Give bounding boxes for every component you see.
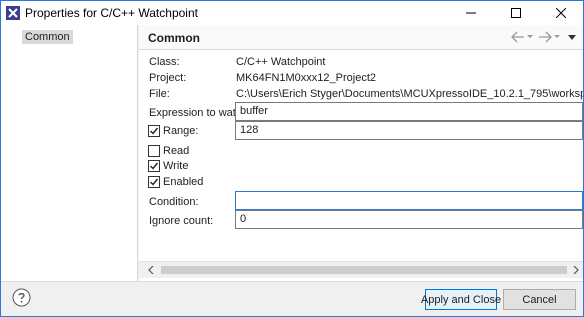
enabled-label: Enabled [163, 176, 204, 188]
class-label: Class: [149, 56, 180, 68]
project-value: MK64FN1M0xxx12_Project2 [236, 72, 377, 84]
help-icon[interactable] [12, 288, 31, 307]
checkmark-icon [150, 162, 159, 170]
checkmark-icon [150, 127, 159, 135]
minimize-button[interactable] [448, 1, 493, 25]
horizontal-scrollbar[interactable] [139, 261, 583, 278]
view-menu-icon[interactable] [567, 30, 577, 44]
enabled-checkbox[interactable]: Enabled [148, 175, 203, 189]
ignore-count-input[interactable]: 0 [235, 210, 583, 229]
read-checkbox[interactable]: Read [148, 144, 189, 158]
footer-separator [1, 281, 583, 282]
close-icon [555, 8, 566, 18]
read-label: Read [163, 145, 190, 157]
expression-input[interactable]: buffer [235, 102, 583, 121]
title-bar: Properties for C/C++ Watchpoint [1, 1, 583, 25]
write-checkbox[interactable]: Write [148, 159, 188, 173]
maximize-button[interactable] [493, 1, 538, 25]
forward-arrow-icon[interactable] [539, 30, 561, 44]
write-label: Write [163, 160, 189, 172]
class-value: C/C++ Watchpoint [236, 56, 326, 68]
back-arrow-icon[interactable] [511, 30, 533, 44]
cancel-button[interactable]: Cancel [503, 289, 576, 310]
checkmark-icon [150, 178, 159, 186]
range-check-box[interactable] [148, 125, 160, 137]
write-check-box[interactable] [148, 160, 160, 172]
properties-page: Common Class: C/C++ Watchpoint Project: … [139, 25, 583, 281]
scrollbar-thumb[interactable] [161, 266, 567, 274]
page-title: Common [148, 31, 200, 45]
condition-input[interactable] [235, 191, 583, 210]
window-title: Properties for C/C++ Watchpoint [25, 6, 198, 20]
maximize-icon [510, 8, 521, 18]
app-icon [6, 6, 20, 20]
properties-dialog: Properties for C/C++ Watchpoint Common C… [0, 0, 584, 317]
apply-and-close-button[interactable]: Apply and Close [421, 289, 501, 310]
scroll-right-icon[interactable] [571, 265, 581, 275]
tree-item-common[interactable]: Common [22, 30, 73, 44]
project-label: Project: [149, 72, 187, 84]
minimize-icon [465, 12, 476, 14]
condition-label: Condition: [149, 196, 199, 208]
scroll-left-icon[interactable] [146, 265, 156, 275]
enabled-check-box[interactable] [148, 176, 160, 188]
file-label: File: [149, 88, 170, 100]
range-input[interactable]: 128 [235, 121, 583, 140]
range-label: Range: [163, 125, 199, 137]
close-button[interactable] [538, 1, 583, 25]
page-header: Common [139, 25, 583, 50]
read-check-box[interactable] [148, 145, 160, 157]
file-value: C:\Users\Erich Styger\Documents\MCUXpres… [236, 88, 583, 100]
ignore-count-label: Ignore count: [149, 215, 214, 227]
category-tree: Common [1, 25, 138, 281]
range-checkbox[interactable]: Range: [148, 124, 198, 138]
